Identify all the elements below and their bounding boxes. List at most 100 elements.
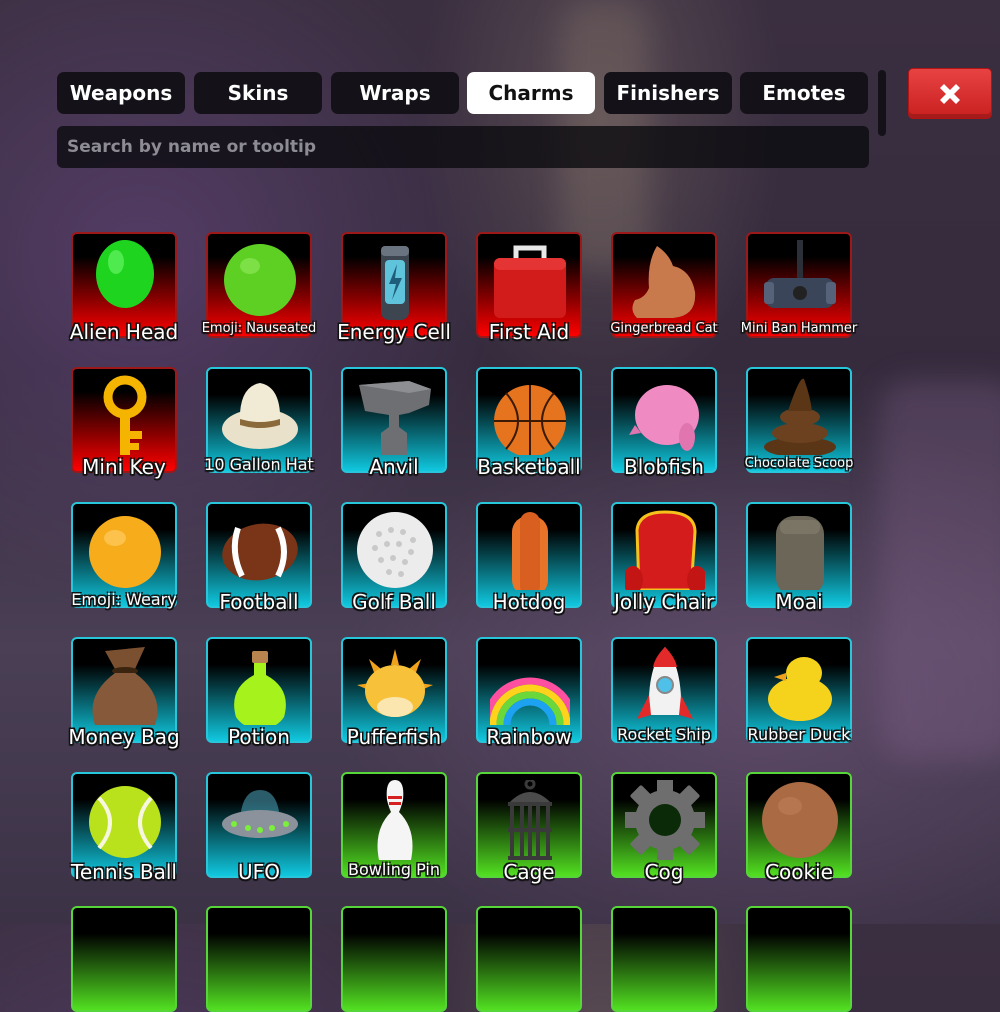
item-card-tennis-ball[interactable]: Tennis Ball <box>71 772 177 884</box>
hotdog-icon <box>512 512 548 590</box>
item-label: Energy Cell <box>337 320 451 344</box>
cat-icon <box>632 246 696 318</box>
item-label: Pufferfish <box>346 725 442 749</box>
item-card-rainbow[interactable]: Rainbow <box>476 637 582 749</box>
tab-label: Skins <box>227 81 289 105</box>
item-card-chocolate-scoop[interactable]: Chocolate Scoop <box>745 367 853 473</box>
item-label: Moai <box>775 590 823 614</box>
tab-wraps[interactable]: Wraps <box>331 72 459 114</box>
x-icon <box>940 83 960 104</box>
blobfish-icon <box>629 385 699 451</box>
item-label: Rainbow <box>486 725 572 749</box>
item-card-moai[interactable]: Moai <box>746 502 852 614</box>
cowboy-hat-icon <box>222 383 298 449</box>
item-card-rocket-ship[interactable]: Rocket Ship <box>611 637 717 744</box>
item-label: Gingerbread Cat <box>610 321 718 336</box>
football-icon <box>222 523 298 581</box>
item-label: Cog <box>644 860 684 884</box>
duck-icon <box>768 657 832 721</box>
cog-icon <box>625 780 705 860</box>
item-card-partial[interactable] <box>71 906 177 1012</box>
first-aid-kit-icon <box>494 245 566 318</box>
item-label: Mini Key <box>82 455 166 479</box>
anvil-icon <box>359 381 431 455</box>
item-card-jolly-chair[interactable]: Jolly Chair <box>611 502 717 614</box>
item-label: Anvil <box>369 455 419 479</box>
yellow-ball-icon <box>89 516 161 588</box>
item-card-basketball[interactable]: Basketball <box>476 367 582 479</box>
item-card-football[interactable]: Football <box>206 502 312 614</box>
item-card-blobfish[interactable]: Blobfish <box>611 367 717 479</box>
item-card-money-bag[interactable]: Money Bag <box>68 637 180 749</box>
close-button[interactable] <box>908 68 992 119</box>
item-card-cog[interactable]: Cog <box>611 772 717 884</box>
item-card-cage[interactable]: Cage <box>476 772 582 884</box>
tab-emotes[interactable]: Emotes <box>740 72 868 114</box>
item-label: Basketball <box>477 455 581 479</box>
item-card-partial[interactable] <box>746 906 852 1012</box>
item-label: Chocolate Scoop <box>744 456 854 471</box>
item-card-golf-ball[interactable]: Golf Ball <box>341 502 447 614</box>
basketball-icon <box>494 385 566 455</box>
item-label: Mini Ban Hammer <box>740 321 858 336</box>
search-input[interactable] <box>57 126 869 168</box>
ufo-icon <box>222 790 298 838</box>
item-label: Alien Head <box>69 320 179 344</box>
item-card-cookie[interactable]: Cookie <box>746 772 852 884</box>
tab-finishers[interactable]: Finishers <box>604 72 732 114</box>
item-card-mini-key[interactable]: Mini Key <box>71 367 177 479</box>
item-card-potion[interactable]: Potion <box>206 637 312 749</box>
item-card-anvil[interactable]: Anvil <box>341 367 447 479</box>
tabs-scrollbar[interactable] <box>878 70 886 136</box>
battery-icon <box>381 246 409 320</box>
item-card-bowling-pin[interactable]: Bowling Pin <box>341 772 447 879</box>
green-ball-icon <box>224 244 296 316</box>
item-label: Rocket Ship <box>617 725 711 744</box>
item-label: Cage <box>503 860 555 884</box>
tab-charms[interactable]: Charms <box>467 72 595 114</box>
item-label: Emoji: Weary <box>71 590 177 609</box>
cookie-icon <box>762 782 838 858</box>
tab-skins[interactable]: Skins <box>194 72 322 114</box>
money-bag-icon <box>92 647 158 725</box>
item-card-alien-head[interactable]: Alien Head <box>70 232 178 344</box>
item-label: 10 Gallon Hat <box>204 455 314 474</box>
item-label: Potion <box>228 725 290 749</box>
item-card-10-gallon-hat[interactable]: 10 Gallon Hat <box>204 367 314 474</box>
hammer-icon <box>764 240 836 308</box>
item-card-gingerbread-cat[interactable]: Gingerbread Cat <box>610 232 718 338</box>
chocolate-icon <box>764 378 836 455</box>
item-label: Cookie <box>765 860 833 884</box>
item-card-hotdog[interactable]: Hotdog <box>476 502 582 614</box>
item-label: Money Bag <box>68 725 180 749</box>
item-label: Golf Ball <box>352 590 436 614</box>
moai-icon <box>776 516 824 590</box>
item-label: Football <box>219 590 299 614</box>
item-card-partial[interactable] <box>476 906 582 1012</box>
bowling-pin-icon <box>377 780 413 860</box>
item-card-partial[interactable] <box>341 906 447 1012</box>
item-label: Jolly Chair <box>613 590 715 614</box>
pufferfish-icon <box>357 649 433 717</box>
item-card-energy-cell[interactable]: Energy Cell <box>337 232 451 344</box>
item-card-first-aid[interactable]: First Aid <box>476 232 582 344</box>
tab-label: Charms <box>488 81 574 105</box>
item-label: Rubber Duck <box>747 725 851 744</box>
item-card-emoji-weary[interactable]: Emoji: Weary <box>71 502 177 609</box>
golf-ball-icon <box>357 512 433 588</box>
item-card-rubber-duck[interactable]: Rubber Duck <box>746 637 852 744</box>
rocket-icon <box>637 647 693 719</box>
potion-icon <box>234 651 286 725</box>
item-label: Bowling Pin <box>347 860 440 879</box>
item-card-pufferfish[interactable]: Pufferfish <box>341 637 447 749</box>
tab-label: Weapons <box>69 81 173 105</box>
cage-icon <box>508 780 552 860</box>
item-card-partial[interactable] <box>611 906 717 1012</box>
item-label: UFO <box>238 860 280 884</box>
item-card-partial[interactable] <box>206 906 312 1012</box>
item-card-emoji-nauseated[interactable]: Emoji: Nauseated <box>202 232 316 338</box>
item-card-mini-ban-hammer[interactable]: Mini Ban Hammer <box>741 232 857 338</box>
item-card-ufo[interactable]: UFO <box>206 772 312 884</box>
key-icon <box>103 375 147 455</box>
tab-weapons[interactable]: Weapons <box>57 72 185 114</box>
